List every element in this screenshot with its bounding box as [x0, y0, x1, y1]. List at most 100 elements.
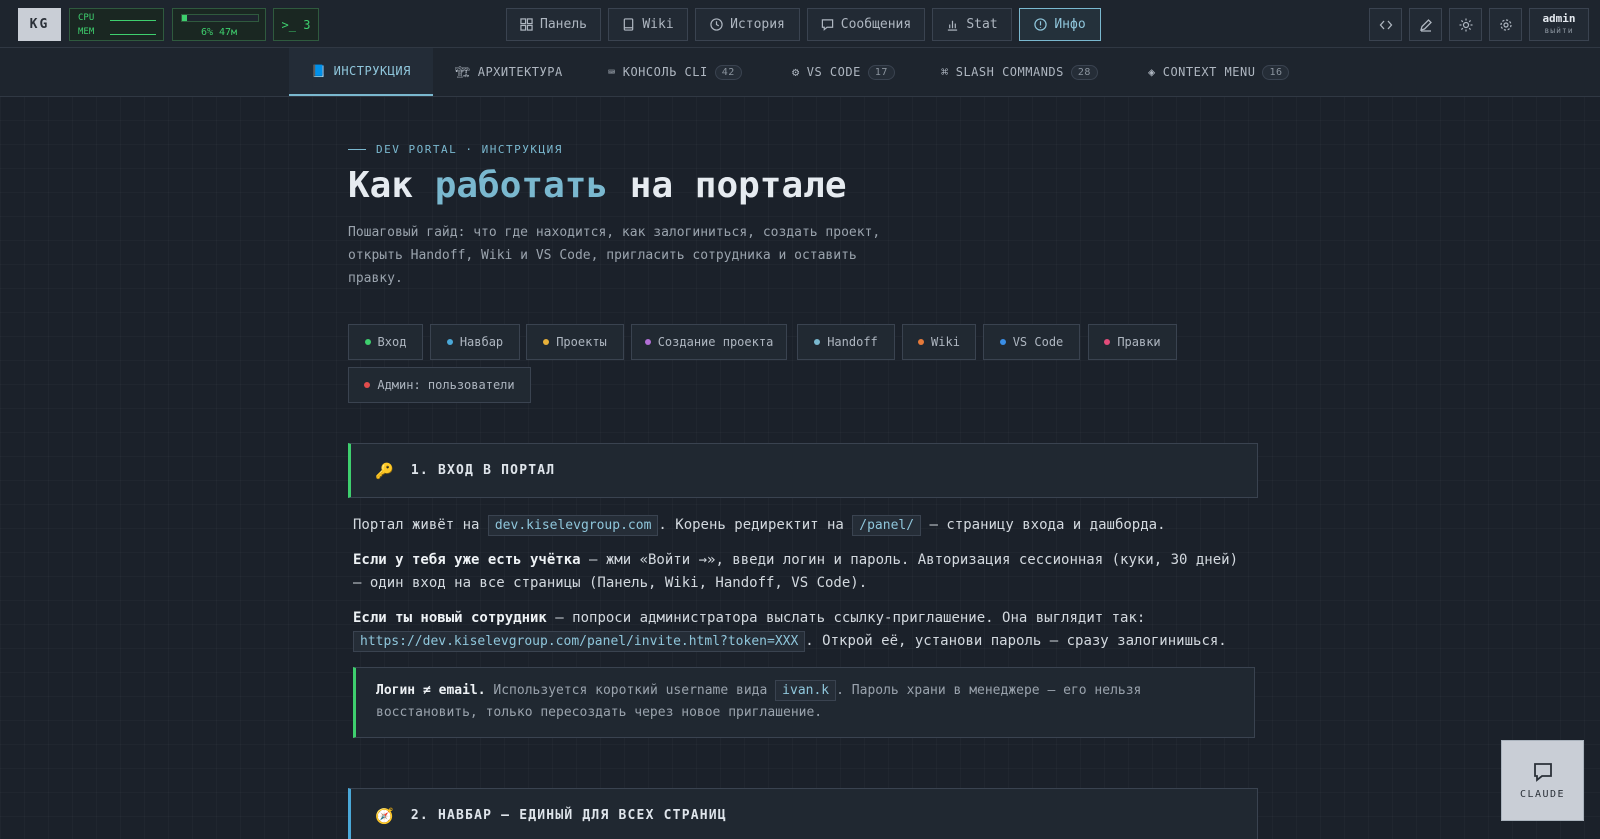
chip-label: Создание проекта	[657, 335, 774, 349]
tab-console-cli-icon: ⌨	[608, 65, 616, 79]
chip-edits[interactable]: Правки	[1088, 324, 1177, 360]
bar-chart-icon	[948, 20, 958, 31]
logout-link[interactable]: выйти	[1530, 26, 1588, 35]
code-view-button[interactable]	[1369, 8, 1402, 41]
clock-icon	[710, 18, 723, 31]
invite-url-code: https://dev.kiselevgroup.com/panel/invit…	[353, 631, 806, 652]
domain-code: dev.kiselevgroup.com	[487, 515, 659, 536]
tab-instruction[interactable]: 📘 ИНСТРУКЦИЯ	[289, 48, 433, 96]
nav-stat-button[interactable]: Stat	[932, 8, 1012, 41]
claude-chat-button[interactable]: CLAUDE	[1501, 740, 1584, 821]
page-title-highlight: работать	[434, 165, 609, 206]
tab-slash-commands-count: 28	[1070, 64, 1098, 80]
tab-slash-commands-label: SLASH COMMANDS	[955, 65, 1064, 79]
tab-architecture-label: АРХИТЕКТУРА	[477, 65, 563, 79]
note-bold: Логин ≠ email.	[376, 683, 486, 698]
new-employee-bold: Если ты новый сотрудник	[353, 610, 547, 626]
tab-vs-code-label: VS CODE	[806, 65, 861, 79]
tab-vs-code-count: 17	[867, 64, 895, 80]
chip-dot	[364, 339, 371, 345]
grid-icon	[520, 18, 533, 31]
tab-context-menu-icon: ◈	[1148, 65, 1156, 79]
chip-dot	[999, 339, 1006, 345]
section-login-title: 1. ВХОД В ПОРТАЛ	[410, 463, 556, 478]
nav-history-button[interactable]: История	[695, 8, 800, 41]
chip-dot	[543, 339, 550, 345]
page-title-part1: Как	[348, 165, 435, 206]
theme-toggle-button[interactable]	[1449, 8, 1482, 41]
text: Портал живёт на	[353, 517, 488, 533]
code-icon	[1379, 20, 1392, 29]
compass-icon: 🧭	[375, 806, 395, 825]
text: Используется короткий username вида	[485, 683, 776, 698]
tab-console-cli-label: КОНСОЛЬ CLI	[622, 65, 708, 79]
edit-button[interactable]	[1409, 8, 1442, 41]
nav-info-label: Инфо	[1054, 17, 1086, 32]
chip-wiki[interactable]: Wiki	[902, 324, 976, 360]
chip-admin-users[interactable]: Админ: пользователи	[348, 367, 531, 403]
key-icon: 🔑	[375, 461, 395, 480]
breadcrumb-dash	[348, 149, 366, 150]
mem-label: MEM	[78, 27, 95, 37]
claude-chat-label: CLAUDE	[1519, 789, 1566, 800]
book-icon	[624, 18, 634, 31]
page-title-part2: на портале	[608, 165, 847, 206]
chip-dot	[446, 339, 453, 345]
chip-create-project[interactable]: Создание проекта	[631, 324, 787, 360]
chip-dot	[814, 339, 821, 345]
settings-button[interactable]	[1489, 8, 1522, 41]
tab-architecture[interactable]: 🏗 АРХИТЕКТУРА	[455, 48, 563, 96]
section-navbar-title: 2. НАВБАР — ЕДИНЫЙ ДЛЯ ВСЕХ СТРАНИЦ	[410, 808, 727, 823]
user-menu[interactable]: admin выйти	[1529, 8, 1589, 41]
cpu-label: CPU	[78, 13, 95, 23]
nav-panel-button[interactable]: Панель	[506, 8, 601, 41]
chip-handoff[interactable]: Handoff	[797, 324, 895, 360]
chip-label: Handoff	[827, 335, 878, 349]
tab-console-cli[interactable]: ⌨ КОНСОЛЬ CLI 42	[608, 48, 742, 96]
nav-messages-label: Сообщения	[840, 17, 912, 32]
chip-label: Wiki	[931, 335, 960, 349]
nav-wiki-button[interactable]: Wiki	[608, 8, 688, 41]
mem-usage-value: 6% 47м	[200, 27, 238, 38]
nav-messages-button[interactable]: Сообщения	[807, 8, 925, 41]
cpu-sparkline	[110, 20, 156, 21]
chip-vs-code[interactable]: VS Code	[983, 324, 1080, 360]
cpu-mem-widget: CPU MEM	[69, 8, 164, 41]
breadcrumb: DEV PORTAL · ИНСТРУКЦИЯ	[348, 143, 563, 156]
login-note-callout: Логин ≠ email. Используется короткий use…	[353, 667, 1255, 738]
mem-sparkline	[110, 34, 156, 35]
chip-label: Вход	[377, 335, 407, 349]
tab-slash-commands[interactable]: ⌘ SLASH COMMANDS 28	[941, 48, 1098, 96]
section-login-header[interactable]: 🔑 1. ВХОД В ПОРТАЛ	[348, 443, 1258, 498]
tab-vs-code-icon: ⚙	[792, 65, 800, 79]
username-example-code: ivan.k	[775, 680, 837, 701]
existing-account-bold: Если у тебя уже есть учётка	[353, 552, 581, 568]
tab-bar: 📘 ИНСТРУКЦИЯ 🏗 АРХИТЕКТУРА ⌨ КОНСОЛЬ CLI…	[0, 48, 1600, 97]
username: admin	[1542, 12, 1576, 25]
tab-context-menu-count: 16	[1262, 64, 1290, 80]
section-login-paragraph-3: Если ты новый сотрудник — попроси админи…	[353, 607, 1253, 653]
chip-label: Админ: пользователи	[377, 378, 515, 392]
chip-projects[interactable]: Проекты	[526, 324, 624, 360]
nav-info-button[interactable]: Инфо	[1019, 8, 1101, 41]
text: . Открой её, установи пароль — сразу зал…	[805, 633, 1227, 649]
nav-history-label: История	[730, 17, 785, 32]
chip-dot	[1104, 339, 1111, 345]
tab-context-menu[interactable]: ◈ CONTEXT MENU 16	[1148, 48, 1290, 96]
top-bar: KG CPU MEM 6% 47м >_ 3 Панель Wiki Истор…	[0, 0, 1600, 48]
tab-architecture-icon: 🏗	[455, 65, 471, 79]
chip-label: Проекты	[556, 335, 607, 349]
chip-login[interactable]: Вход	[348, 324, 423, 360]
section-navbar-header[interactable]: 🧭 2. НАВБАР — ЕДИНЫЙ ДЛЯ ВСЕХ СТРАНИЦ	[348, 788, 1258, 839]
gear-icon	[1499, 18, 1512, 31]
logo[interactable]: KG	[18, 8, 61, 41]
pencil-icon	[1419, 18, 1432, 32]
terminal-sessions-button[interactable]: >_ 3	[273, 8, 319, 41]
section-login-paragraph-2: Если у тебя уже есть учётка — жми «Войти…	[353, 549, 1253, 595]
tab-vs-code[interactable]: ⚙ VS CODE 17	[792, 48, 895, 96]
chip-dot	[364, 382, 371, 388]
chip-navbar[interactable]: Навбар	[430, 324, 520, 360]
chip-dot	[644, 339, 651, 345]
tab-console-cli-count: 42	[714, 64, 742, 80]
panel-path-code: /panel/	[852, 515, 922, 536]
